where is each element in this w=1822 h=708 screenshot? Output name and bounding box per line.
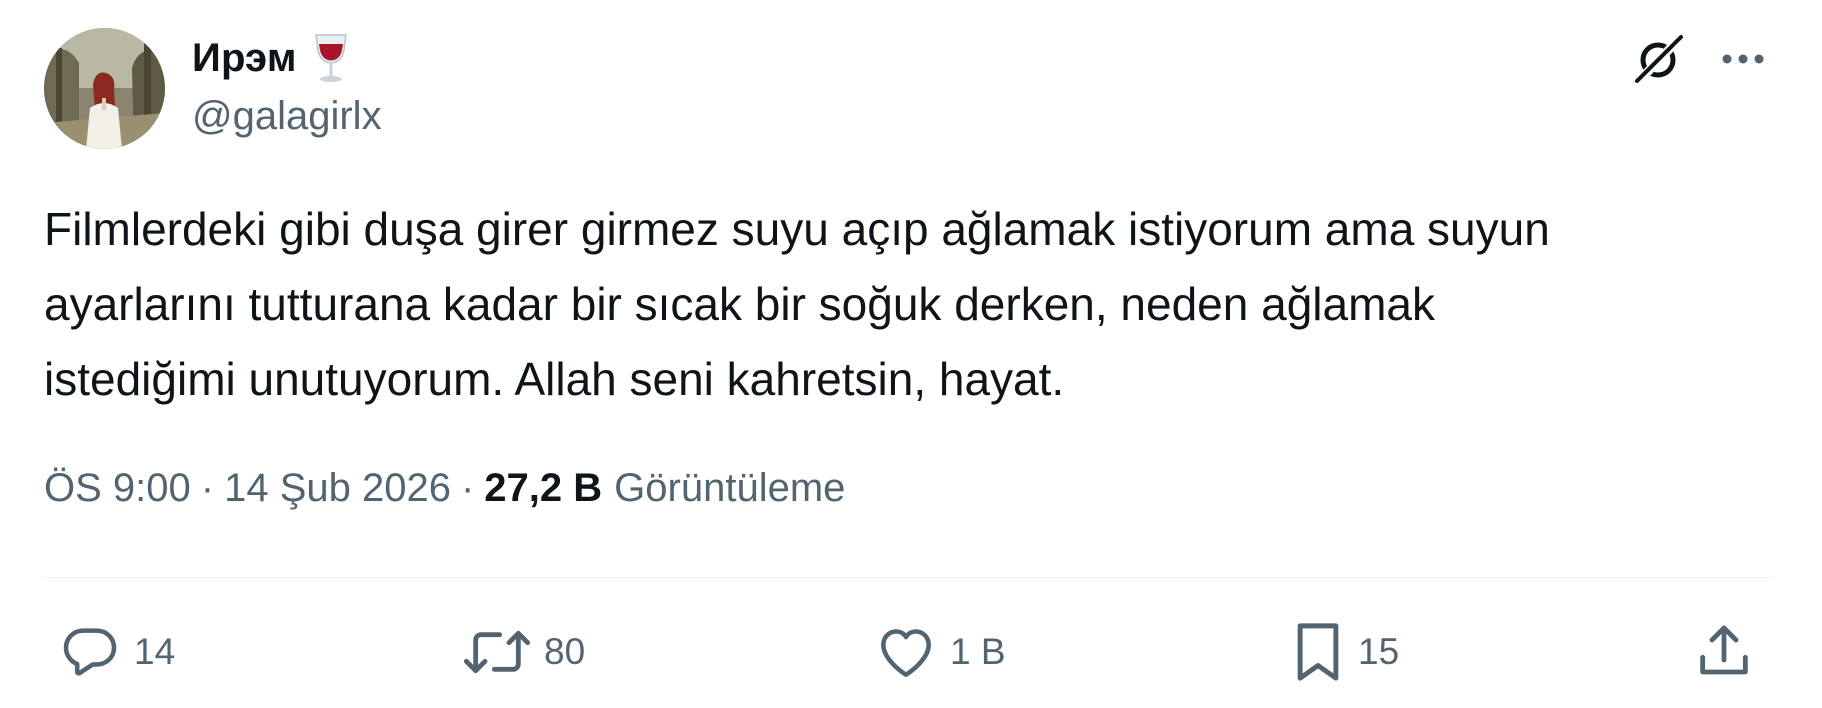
author-display-name[interactable]: Ирэм [192, 36, 297, 81]
author-name-row: Ирэм [192, 34, 351, 82]
repost-icon [463, 630, 531, 674]
more-options-button[interactable] [1712, 28, 1774, 90]
like-button[interactable]: 1 B [874, 612, 1006, 692]
share-button[interactable] [1692, 612, 1756, 692]
reply-count: 14 [134, 631, 176, 672]
tweet-text: Filmlerdeki gibi duşa girer girmez suyu … [44, 203, 1550, 405]
share-icon [1700, 625, 1748, 675]
tweet-meta: ÖS 9:00 · 14 Şub 2026 · 27,2 B Görüntüle… [44, 466, 845, 511]
tweet-date[interactable]: 14 Şub 2026 [224, 466, 451, 511]
views-label[interactable]: Görüntüleme [614, 466, 845, 511]
wine-glass-icon [311, 32, 351, 84]
reply-icon [63, 628, 117, 676]
repost-button[interactable]: 80 [462, 612, 585, 692]
heart-icon [881, 629, 931, 677]
meta-separator: · [460, 466, 475, 510]
author-handle[interactable]: @galagirlx [192, 94, 382, 139]
repost-count: 80 [544, 631, 586, 672]
avatar-photo [44, 28, 165, 149]
meta-separator: · [200, 466, 215, 510]
grok-button[interactable] [1628, 28, 1690, 90]
grok-icon [1634, 34, 1684, 86]
divider [44, 577, 1772, 578]
bookmark-icon [1297, 623, 1339, 681]
bookmark-count: 15 [1358, 631, 1400, 672]
action-bar: 14 80 1 B 15 [0, 612, 1822, 692]
avatar[interactable] [44, 28, 165, 149]
views-count[interactable]: 27,2 B [484, 466, 602, 511]
tweet-card: Ирэм @galagirlx Filmlerdeki gibi duşa gi… [0, 0, 1822, 708]
reply-button[interactable]: 14 [58, 612, 175, 692]
like-count: 1 B [950, 631, 1006, 672]
tweet-time[interactable]: ÖS 9:00 [44, 466, 191, 511]
more-options-icon [1722, 54, 1764, 64]
bookmark-button[interactable]: 15 [1290, 612, 1399, 692]
